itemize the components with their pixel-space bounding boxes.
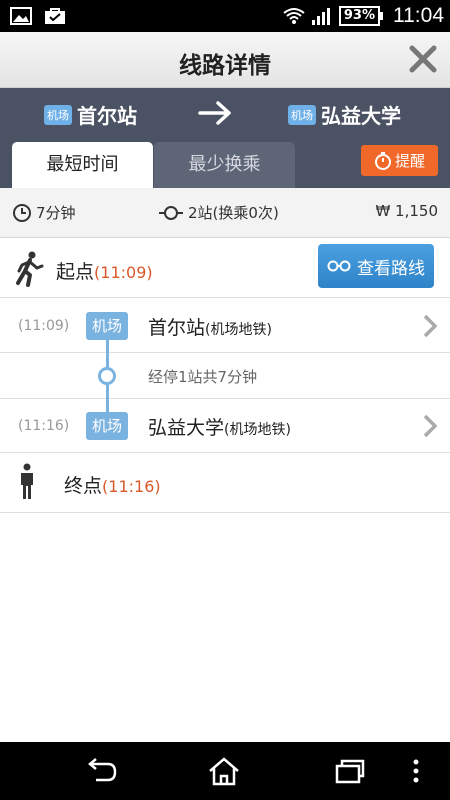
duration-text: 7分钟 bbox=[36, 204, 76, 222]
status-bar: 93% 11:04 bbox=[0, 0, 450, 32]
departure-station-name: 首尔站 bbox=[148, 317, 206, 339]
destination-station: 机场 弘益大学 bbox=[288, 100, 401, 129]
departure-line-name: (机场地铁) bbox=[205, 322, 272, 338]
walking-person-icon bbox=[16, 251, 44, 287]
battery-level: 93% bbox=[338, 6, 380, 26]
clock-icon bbox=[13, 203, 31, 222]
remind-button[interactable]: 提醒 bbox=[361, 145, 438, 176]
summary-stops: 2站(换乘0次) bbox=[158, 202, 279, 223]
destination-line-tag: 机场 bbox=[288, 104, 316, 125]
view-route-label: 查看路线 bbox=[357, 258, 425, 279]
back-icon[interactable] bbox=[84, 756, 118, 786]
gallery-icon bbox=[10, 7, 32, 25]
stops-text: 2站(换乘0次) bbox=[188, 204, 279, 222]
destination-name: 弘益大学 bbox=[321, 104, 401, 128]
menu-overflow-icon[interactable] bbox=[410, 756, 422, 786]
arrival-time: (11:16) bbox=[18, 418, 70, 434]
arrival-line-name: (机场地铁) bbox=[224, 422, 291, 438]
summary-duration: 7分钟 bbox=[12, 202, 76, 223]
route-summary: 7分钟 2站(换乘0次) ₩ 1,150 bbox=[0, 188, 450, 238]
end-label-text: 终点 bbox=[64, 475, 103, 497]
via-row: 经停1站共7分钟 bbox=[0, 354, 450, 399]
signal-icon bbox=[311, 8, 330, 25]
end-point: 终点(11:16) bbox=[64, 471, 161, 498]
end-time: (11:16) bbox=[102, 477, 161, 496]
station-row-arrival[interactable]: (11:16) 机场 弘益大学(机场地铁) bbox=[0, 399, 450, 453]
departure-line-badge: 机场 bbox=[86, 312, 128, 340]
start-label-text: 起点 bbox=[56, 261, 95, 283]
home-icon[interactable] bbox=[207, 756, 241, 786]
view-route-button[interactable]: 查看路线 bbox=[318, 244, 434, 288]
page-title: 线路详情 bbox=[179, 53, 271, 79]
departure-time: (11:09) bbox=[18, 318, 70, 334]
arrow-right-icon bbox=[198, 101, 231, 125]
stops-icon bbox=[159, 205, 183, 220]
tab-fewest-transfers[interactable]: 最少换乘 bbox=[154, 142, 295, 188]
via-text: 经停1站共7分钟 bbox=[148, 368, 258, 386]
status-time: 11:04 bbox=[393, 4, 444, 27]
arrival-line-badge: 机场 bbox=[86, 412, 128, 440]
route-link-icon bbox=[327, 260, 351, 272]
wifi-icon bbox=[283, 8, 305, 24]
start-time: (11:09) bbox=[94, 263, 153, 282]
arrival-station-name: 弘益大学 bbox=[148, 417, 225, 439]
tab-shortest-time[interactable]: 最短时间 bbox=[12, 142, 153, 188]
departure-station: 首尔站(机场地铁) bbox=[148, 313, 272, 340]
route-header: 机场 首尔站 机场 弘益大学 最短时间 最少换乘 提醒 bbox=[0, 88, 450, 188]
summary-fare: ₩ 1,150 bbox=[375, 202, 438, 220]
recent-apps-icon[interactable] bbox=[333, 756, 367, 786]
start-point: 起点(11:09) bbox=[56, 257, 153, 284]
intermediate-stop-node bbox=[98, 367, 116, 385]
arrival-station: 弘益大学(机场地铁) bbox=[148, 413, 291, 440]
station-row-departure[interactable]: (11:09) 机场 首尔站(机场地铁) bbox=[0, 299, 450, 353]
chevron-right-icon bbox=[423, 314, 438, 338]
origin-line-tag: 机场 bbox=[44, 104, 72, 125]
origin-station: 机场 首尔站 bbox=[44, 100, 137, 129]
title-bar: 线路详情 bbox=[0, 32, 450, 88]
battery-indicator: 93% bbox=[338, 6, 383, 26]
standing-person-icon bbox=[21, 463, 33, 499]
remind-label: 提醒 bbox=[394, 152, 425, 170]
end-row: 终点(11:16) bbox=[0, 453, 450, 513]
fare-text: ₩ 1,150 bbox=[375, 202, 438, 220]
stopwatch-icon bbox=[374, 151, 391, 170]
close-icon[interactable] bbox=[408, 44, 438, 74]
battery-cap bbox=[380, 12, 383, 20]
navigation-bar bbox=[0, 742, 450, 800]
origin-name: 首尔站 bbox=[77, 104, 137, 128]
chevron-right-icon bbox=[423, 414, 438, 438]
bag-icon bbox=[45, 8, 65, 24]
